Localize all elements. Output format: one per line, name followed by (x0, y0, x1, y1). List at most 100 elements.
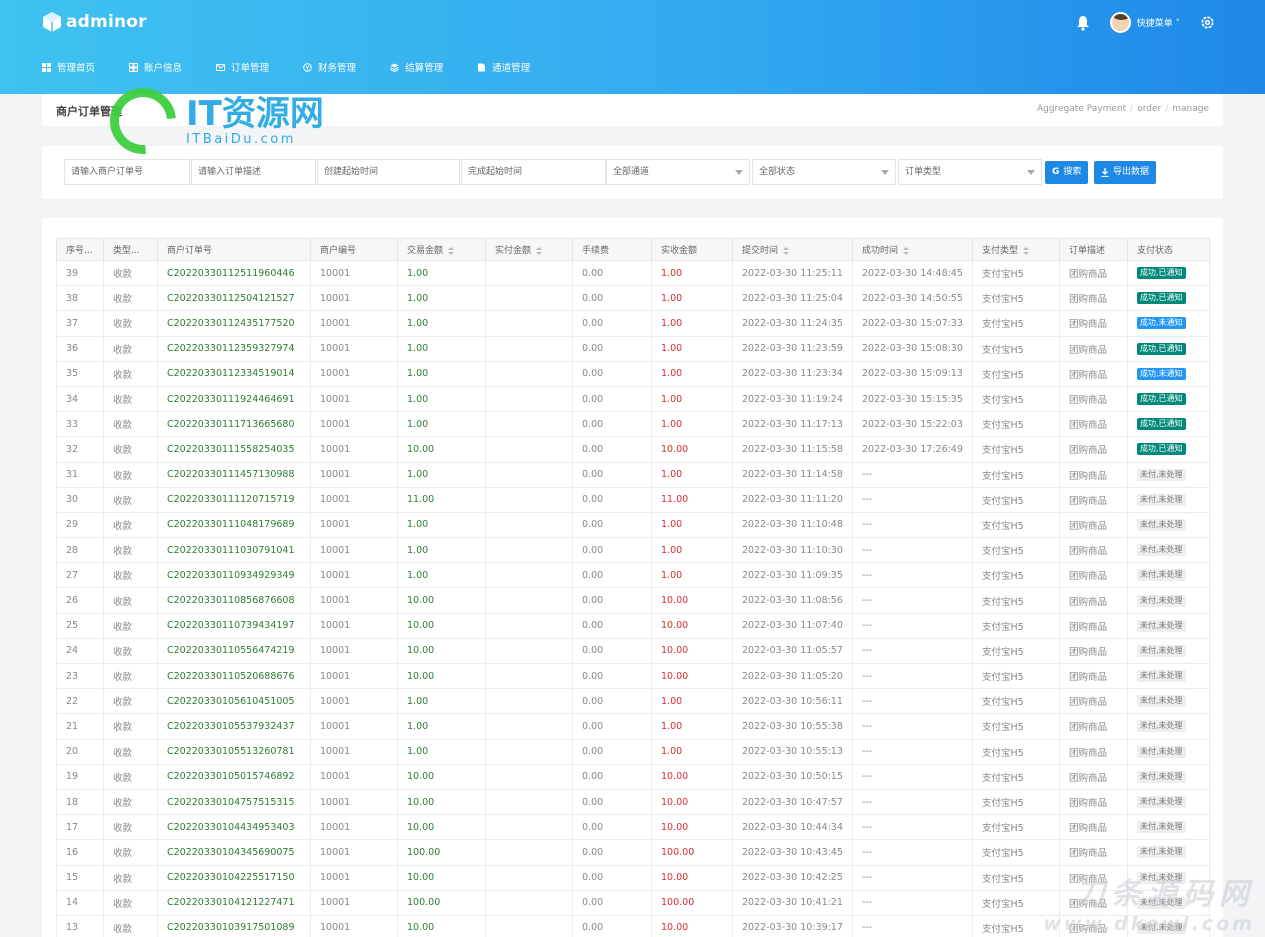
table-row[interactable]: 37 收款 C20220330112435177520 10001 1.00 0.00 1.… (56, 310, 1210, 337)
nav-label: 订单管理 (231, 63, 270, 74)
col-header-submit-time[interactable]: 提交时间 (732, 238, 853, 261)
cell-type: 收款 (103, 436, 158, 463)
cell-type: 收款 (103, 335, 158, 362)
table-row[interactable]: 39 收款 C20220330112511960446 10001 1.00 0.00 1.… (56, 259, 1210, 287)
col-header-id[interactable]: 序号... (56, 238, 104, 261)
table-row[interactable]: 22 收款 C20220330105610451005 10001 1.00 0.00 1.… (56, 688, 1210, 715)
table-row[interactable]: 20 收款 C20220330105513260781 10001 1.00 0.00 1.… (56, 738, 1210, 765)
col-header-type[interactable]: 类型... (103, 238, 158, 261)
table-row[interactable]: 30 收款 C20220330111120715719 10001 11.00 0.00 1… (56, 486, 1210, 513)
table-row[interactable]: 15 收款 C20220330104225517150 10001 10.00 0.00 1… (56, 864, 1210, 891)
cell-desc: 团购商品 (1059, 688, 1128, 715)
cell-pay-type: 支付宝H5 (972, 612, 1060, 639)
cell-merchant: 10001 (310, 259, 398, 287)
cell-desc: 团购商品 (1059, 612, 1128, 639)
sort-icon[interactable] (903, 246, 910, 255)
nav-item-home[interactable]: 管理首页 (42, 60, 95, 74)
status-badge: 成功,未通知 (1137, 317, 1186, 330)
export-button[interactable]: 导出数据 (1094, 161, 1157, 184)
gear-icon[interactable] (1200, 15, 1215, 30)
cell-amount: 1.00 (397, 688, 486, 715)
table-row[interactable]: 19 收款 C20220330105015746892 10001 10.00 0.00 1… (56, 763, 1210, 790)
table-row[interactable]: 17 收款 C20220330104434953403 10001 10.00 0.00 1… (56, 814, 1210, 841)
table-row[interactable]: 32 收款 C20220330111558254035 10001 10.00 0.00 1… (56, 436, 1210, 463)
table-row[interactable]: 25 收款 C20220330110739434197 10001 10.00 0.00 1… (56, 612, 1210, 639)
order-type-select[interactable]: 订单类型 (898, 159, 1042, 185)
cell-received: 1.00 (651, 688, 733, 715)
merchant-order-input[interactable]: 请输入商户订单号 (64, 159, 190, 185)
cell-received: 10.00 (651, 814, 733, 841)
cell-status: 未付,未处理 (1127, 688, 1210, 715)
table-row[interactable]: 21 收款 C20220330105537932437 10001 1.00 0.00 1.… (56, 713, 1210, 740)
table-row[interactable]: 18 收款 C20220330104757515315 10001 10.00 0.00 1… (56, 788, 1210, 816)
table-row[interactable]: 26 收款 C20220330110856876608 10001 10.00 0.00 1… (56, 587, 1210, 614)
table-row[interactable]: 24 收款 C20220330110556474219 10001 10.00 0.00 1… (56, 637, 1210, 665)
cell-type: 收款 (103, 914, 158, 937)
table-row[interactable]: 13 收款 C20220330103917501089 10001 10.00 0.00 1… (56, 914, 1210, 937)
table-row[interactable]: 31 收款 C20220330111457130988 10001 1.00 0.00 1.… (56, 461, 1210, 488)
cell-submit-time: 2022-03-30 11:25:04 (732, 285, 853, 312)
nav-item-settlement[interactable]: 结算管理 (390, 60, 443, 74)
sort-icon[interactable] (536, 246, 543, 255)
channel-select[interactable]: 全部通道 (606, 159, 750, 185)
cell-order-no: C20220330104121227471 (157, 889, 311, 916)
cell-merchant: 10001 (310, 738, 398, 765)
nav-item-orders[interactable]: 订单管理 (216, 60, 269, 74)
export-button-label: 导出数据 (1113, 167, 1150, 177)
table-row[interactable]: 27 收款 C20220330110934929349 10001 1.00 0.00 1.… (56, 562, 1210, 589)
cell-merchant: 10001 (310, 385, 398, 413)
col-header-paid[interactable]: 实付金额 (485, 238, 573, 261)
cell-merchant: 10001 (310, 310, 398, 337)
cell-paid (485, 537, 573, 564)
table-row[interactable]: 16 收款 C20220330104345690075 10001 100.00 0.00… (56, 839, 1210, 866)
table-row[interactable]: 38 收款 C20220330112504121527 10001 1.00 0.00 1.… (56, 285, 1210, 312)
table-row[interactable]: 35 收款 C20220330112334519014 10001 1.00 0.00 1.… (56, 360, 1210, 387)
nav-item-channel[interactable]: 通道管理 (477, 60, 530, 74)
cell-id: 19 (56, 763, 104, 790)
breadcrumb-item[interactable]: order (1137, 104, 1161, 114)
table-row[interactable]: 33 收款 C20220330111713665680 10001 1.00 0.00 1.… (56, 411, 1210, 438)
nav-item-account[interactable]: 账户信息 (129, 60, 182, 74)
finished-start-input[interactable]: 完成起始时间 (461, 159, 606, 185)
cell-amount: 1.00 (397, 461, 486, 488)
nav-item-finance[interactable]: 财务管理 (303, 60, 356, 74)
sort-icon[interactable] (783, 246, 790, 255)
bell-icon[interactable] (1076, 15, 1090, 31)
cell-status: 未付,未处理 (1127, 461, 1210, 488)
search-button[interactable]: G 搜索 (1045, 161, 1089, 184)
status-select[interactable]: 全部状态 (752, 159, 896, 185)
table-row[interactable]: 34 收款 C20220330111924464691 10001 1.00 0.00 1.… (56, 385, 1210, 413)
cell-submit-time: 2022-03-30 10:47:57 (732, 788, 853, 816)
cell-status: 成功,已通知 (1127, 385, 1210, 413)
cell-order-no: C20220330112359327974 (157, 335, 311, 362)
table-row[interactable]: 28 收款 C20220330111030791041 10001 1.00 0.00 1.… (56, 537, 1210, 564)
app-logo[interactable]: adminor (42, 11, 147, 33)
cell-id: 18 (56, 788, 104, 816)
col-header-pay-type[interactable]: 支付类型 (972, 238, 1060, 261)
cell-success-time: --- (852, 788, 973, 816)
cell-type: 收款 (103, 537, 158, 564)
col-header-amount[interactable]: 交易金额 (397, 238, 486, 261)
cell-type: 收款 (103, 788, 158, 816)
breadcrumb-item[interactable]: Aggregate Payment (1037, 104, 1126, 114)
table-row[interactable]: 36 收款 C20220330112359327974 10001 1.00 0.00 1.… (56, 335, 1210, 362)
sort-icon[interactable] (1023, 246, 1030, 255)
cell-submit-time: 2022-03-30 11:19:24 (732, 385, 853, 413)
watermark-logo: IT资源网 ITBaiDu.com (96, 74, 324, 168)
cell-success-time: --- (852, 889, 973, 916)
cell-id: 37 (56, 310, 104, 337)
sort-icon[interactable] (448, 246, 455, 255)
user-menu[interactable]: 快捷菜单 ˅ (1109, 12, 1180, 33)
table-row[interactable]: 23 收款 C20220330110520688676 10001 10.00 0.00 1… (56, 662, 1210, 690)
table-row[interactable]: 29 收款 C20220330111048179689 10001 1.00 0.00 1.… (56, 511, 1210, 539)
cell-amount: 1.00 (397, 335, 486, 362)
cell-success-time: 2022-03-30 14:48:45 (852, 259, 973, 287)
cell-desc: 团购商品 (1059, 562, 1128, 589)
col-header-success-time[interactable]: 成功时间 (852, 238, 973, 261)
table-row[interactable]: 14 收款 C20220330104121227471 10001 100.00 0.00… (56, 889, 1210, 916)
cell-amount: 10.00 (397, 612, 486, 639)
created-start-input[interactable]: 创建起始时间 (317, 159, 460, 185)
cell-received: 1.00 (651, 562, 733, 589)
order-desc-input[interactable]: 请输入订单描述 (191, 159, 316, 185)
col-header-status: 支付状态 (1127, 238, 1210, 261)
